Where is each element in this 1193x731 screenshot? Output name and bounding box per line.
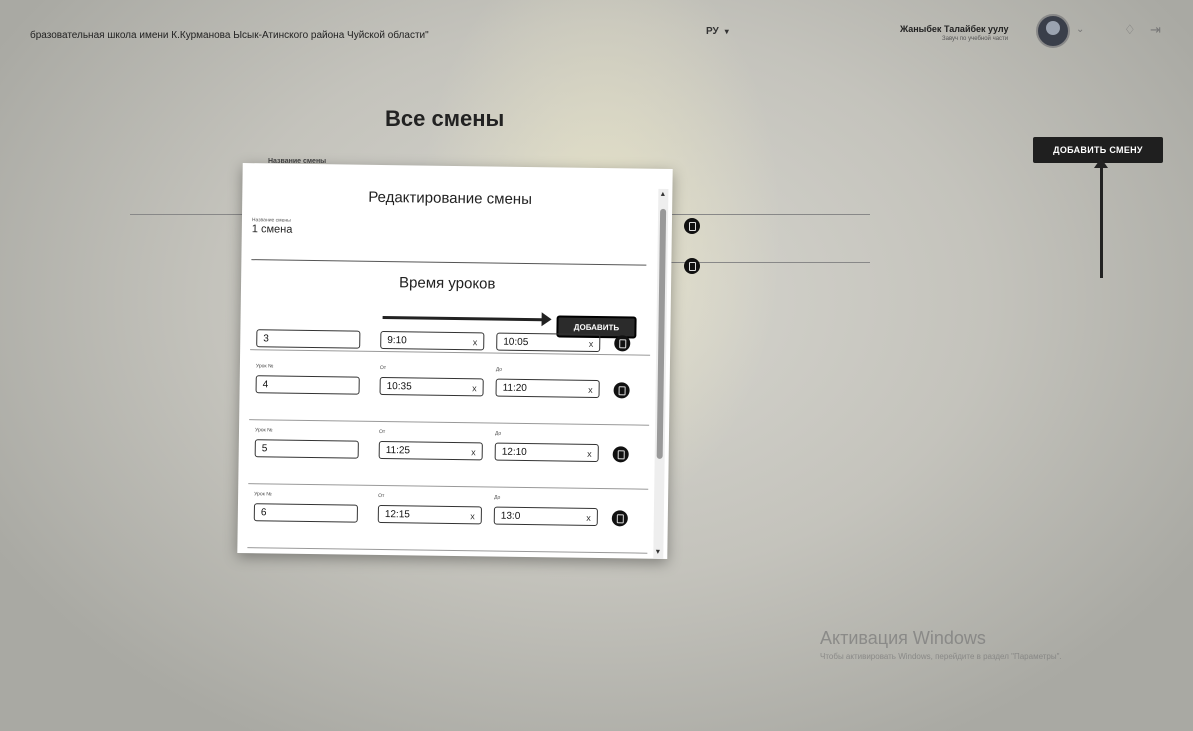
lesson-number-input[interactable]: 5 <box>254 439 359 459</box>
clear-icon[interactable]: x <box>587 445 592 463</box>
lesson-row: 3 9:10 x 10:05 x <box>250 321 651 356</box>
from-value: 11:25 <box>385 445 411 457</box>
shift-name-input[interactable]: 1 смена <box>252 223 293 236</box>
lesson-number-input[interactable]: 3 <box>256 329 361 349</box>
lesson-row: Урок № От До 6 12:15 x 13:0 x <box>247 491 649 554</box>
divider <box>670 262 870 263</box>
clear-icon[interactable]: x <box>471 443 476 461</box>
scroll-down-icon[interactable]: ▼ <box>654 549 661 556</box>
lesson-to-input[interactable]: 11:20 x <box>495 378 600 399</box>
from-label: От <box>378 428 386 436</box>
to-value: 12:10 <box>501 446 527 459</box>
from-label: От <box>378 492 385 500</box>
lesson-number-label: Урок № <box>255 363 274 370</box>
lessons-title: Время уроков <box>398 274 496 293</box>
lesson-to-input[interactable]: 10:05 x <box>496 332 601 353</box>
lesson-from-input[interactable]: 12:15 x <box>377 504 482 525</box>
watermark-subtitle: Чтобы активировать Windows, перейдите в … <box>820 652 1062 661</box>
lesson-to-input[interactable]: 13:0 x <box>493 506 598 527</box>
user-role: Завуч по учебной части <box>942 36 1009 42</box>
delete-lesson-icon[interactable] <box>612 446 629 463</box>
delete-shift-icon[interactable] <box>684 258 700 274</box>
bell-icon[interactable]: ♢ <box>1124 22 1136 38</box>
page-title: Все смены <box>385 106 505 131</box>
delete-lesson-icon[interactable] <box>613 382 630 399</box>
user-name: Жаныбек Талайбек уулу <box>900 24 1009 34</box>
windows-activation-watermark: Активация Windows Чтобы активировать Win… <box>820 628 1062 661</box>
clear-icon[interactable]: x <box>473 333 478 351</box>
clear-icon[interactable]: x <box>589 335 594 353</box>
shift-name-underline <box>251 259 647 266</box>
user-avatar-icon[interactable] <box>1036 14 1070 48</box>
delete-lesson-icon[interactable] <box>611 510 628 527</box>
lesson-row: Урок № От До 4 10:35 x 11:20 x <box>249 363 650 426</box>
to-label: До <box>494 494 501 501</box>
language-label: РУ <box>706 26 719 37</box>
chevron-down-icon[interactable]: ⌄ <box>1076 24 1084 35</box>
school-name: бразовательная школа имени К.Курманова Ы… <box>30 30 429 41</box>
chevron-down-icon: ▾ <box>724 27 729 36</box>
to-value: 10:05 <box>503 336 529 349</box>
delete-lesson-icon[interactable] <box>614 335 631 352</box>
to-label: До <box>495 366 503 373</box>
annotation-arrow-right <box>382 315 543 322</box>
lesson-from-input[interactable]: 9:10 x <box>380 330 485 351</box>
lesson-from-input[interactable]: 10:35 x <box>379 376 484 397</box>
lesson-to-input[interactable]: 12:10 x <box>494 442 599 463</box>
clear-icon[interactable]: x <box>470 507 475 525</box>
lesson-number-input[interactable]: 6 <box>253 503 358 523</box>
to-value: 13:0 <box>500 510 521 522</box>
to-label: До <box>494 430 502 437</box>
to-value: 11:20 <box>502 382 527 395</box>
from-value: 10:35 <box>386 381 412 393</box>
clear-icon[interactable]: x <box>588 381 593 399</box>
delete-shift-icon[interactable] <box>684 218 700 234</box>
from-value: 12:15 <box>384 509 410 521</box>
lesson-from-input[interactable]: 11:25 x <box>378 440 483 461</box>
top-bar: бразовательная школа имени К.Курманова Ы… <box>30 10 1190 80</box>
lesson-number-label: Урок № <box>254 491 272 498</box>
clear-icon[interactable]: x <box>586 509 591 527</box>
clear-icon[interactable]: x <box>472 379 477 397</box>
annotation-arrow-up <box>1094 158 1108 278</box>
logout-icon[interactable]: ⇥ <box>1150 22 1161 38</box>
lesson-row: Урок № От До 5 11:25 x 12:10 x <box>248 427 650 490</box>
language-selector[interactable]: РУ ▾ <box>706 26 729 37</box>
modal-title: Редактирование смены <box>368 188 533 209</box>
lesson-number-input[interactable]: 4 <box>255 375 360 395</box>
from-label: От <box>379 364 387 372</box>
watermark-title: Активация Windows <box>820 628 986 648</box>
edit-shift-modal: Редактирование смены Название смены 1 см… <box>237 163 673 559</box>
lesson-number-label: Урок № <box>254 427 273 434</box>
from-value: 9:10 <box>387 335 407 347</box>
scroll-up-icon[interactable]: ▲ <box>659 191 666 198</box>
